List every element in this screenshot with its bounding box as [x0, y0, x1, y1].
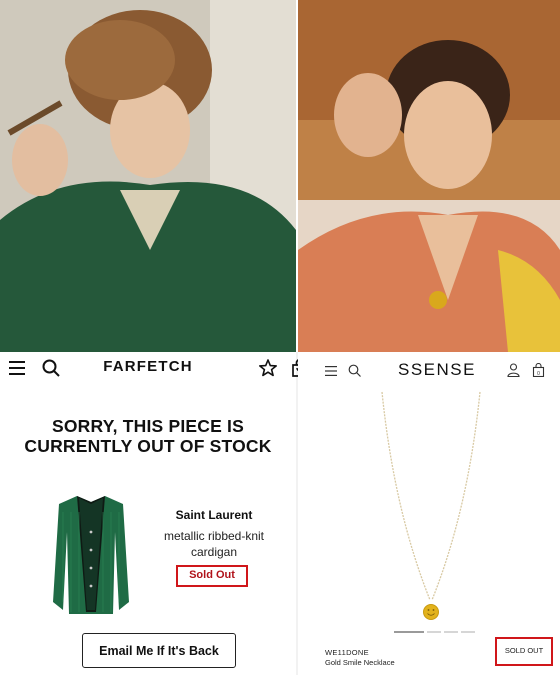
- product-brand[interactable]: WE11DONE: [325, 648, 369, 657]
- ssense-logo[interactable]: SSENSE: [398, 360, 476, 380]
- sold-out-badge: Sold Out: [176, 565, 248, 587]
- cardigan-product-image[interactable]: [49, 492, 133, 617]
- necklace-product-image[interactable]: [376, 390, 486, 622]
- ssense-panel: SSENSE 0 WE11DONE Gold Smile Necklace SO…: [298, 352, 560, 675]
- shopping-bag-icon[interactable]: 0: [532, 363, 545, 377]
- menu-icon[interactable]: [325, 365, 337, 377]
- carousel-dot-active[interactable]: [394, 631, 424, 633]
- farfetch-logo[interactable]: FARFETCH: [0, 358, 296, 375]
- product-name[interactable]: Gold Smile Necklace: [325, 658, 395, 667]
- carousel-dot[interactable]: [427, 631, 441, 633]
- photo-left-illustration: [0, 0, 296, 352]
- photo-left: [0, 0, 296, 352]
- search-icon[interactable]: [348, 364, 361, 377]
- farfetch-header: FARFETCH: [0, 352, 296, 386]
- star-icon[interactable]: [259, 359, 277, 377]
- carousel-dot[interactable]: [444, 631, 458, 633]
- product-name[interactable]: metallic ribbed-knit cardigan: [150, 528, 278, 560]
- out-of-stock-heading: SORRY, THIS PIECE IS CURRENTLY OUT OF ST…: [24, 416, 272, 456]
- product-brand[interactable]: Saint Laurent: [150, 508, 278, 522]
- svg-text:0: 0: [537, 371, 540, 377]
- photo-right: [298, 0, 560, 352]
- sold-out-badge: SOLD OUT: [495, 637, 553, 666]
- photo-right-illustration: [298, 0, 560, 352]
- farfetch-panel: FARFETCH SORRY, THIS PIECE IS CURRENTLY …: [0, 352, 296, 675]
- user-icon[interactable]: [507, 363, 520, 377]
- carousel-dot[interactable]: [461, 631, 475, 633]
- email-me-if-back-button[interactable]: Email Me If It's Back: [82, 633, 236, 668]
